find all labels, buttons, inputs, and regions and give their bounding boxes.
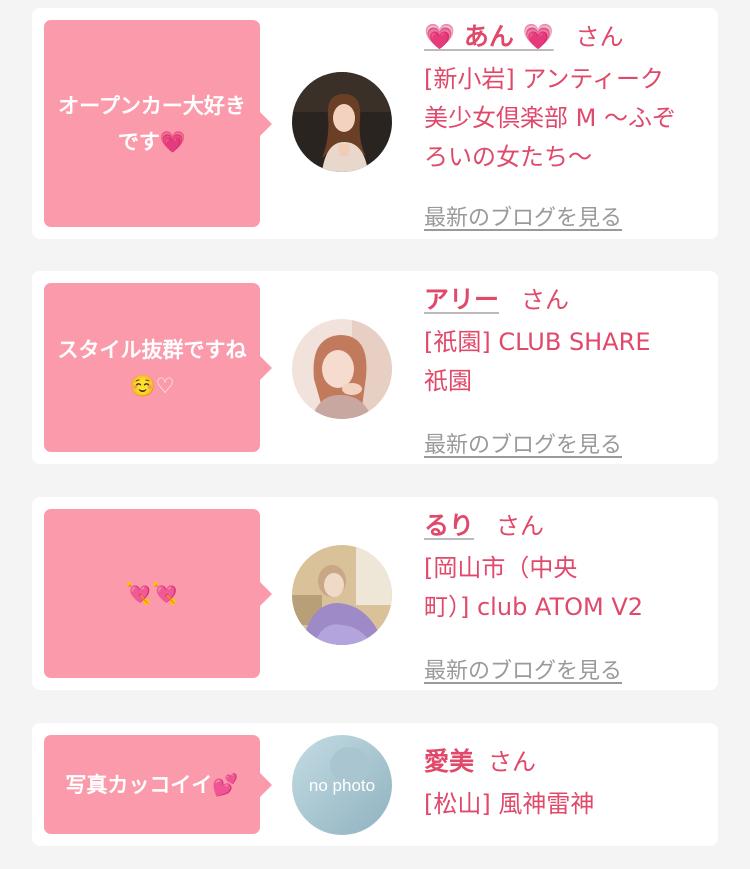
comment-card: 写真カッコイイ💕 no photo 愛美 さん [松山] 風神雷神 [32,723,718,846]
shop-name[interactable]: [松山] 風神雷神 [424,785,706,824]
latest-blog-link[interactable]: 最新のブログを見る [424,427,622,459]
poster-name-link[interactable]: るり [424,511,474,540]
avatar[interactable] [292,319,392,419]
latest-blog-link[interactable]: 最新のブログを見る [424,200,622,232]
avatar-placeholder: no photo [292,735,392,835]
avatar[interactable] [292,545,392,645]
shop-name[interactable]: [新小岩] アンティーク 美少女倶楽部 M 〜ふぞ ろいの女たち〜 [424,60,706,177]
comment-text: オープンカー大好きです💗 [58,93,246,154]
comment-card: スタイル抜群ですね☺️♡ アリー さん [祇園] CLUB SHARE 祇園 最新… [32,271,718,464]
shop-name[interactable]: [岡山市（中央 町）] club ATOM V2 [424,549,706,627]
shop-line: ろいの女たち〜 [424,143,592,171]
comment-card: 💘💘 るり さん [岡山市（中央 町）] club ATOM V2 最新のブログを… [32,497,718,690]
poster-name-link[interactable]: 💗 あん 💗 [424,22,554,51]
poster-name-link[interactable]: アリー [424,285,499,314]
honorific: さん [496,512,545,540]
no-photo-text: no photo [309,776,375,795]
comment-bubble: スタイル抜群ですね☺️♡ [44,283,272,452]
comment-text: 💘💘 [125,581,179,606]
shop-line: [岡山市（中央 [424,554,578,582]
poster-info: るり さん [岡山市（中央 町）] club ATOM V2 最新のブログを見る [424,507,706,684]
shop-line: 町）] club ATOM V2 [424,593,644,621]
avatar-photo [292,545,392,645]
comment-bubble: 💘💘 [44,509,272,678]
poster-info: アリー さん [祇園] CLUB SHARE 祇園 最新のブログを見る [424,281,706,458]
comment-text: スタイル抜群ですね☺️♡ [57,337,247,398]
shop-line: 美少女倶楽部 M 〜ふぞ [424,104,676,132]
latest-blog-link[interactable]: 最新のブログを見る [424,653,622,685]
shop-name[interactable]: [祇園] CLUB SHARE 祇園 [424,323,706,401]
comment-bubble: 写真カッコイイ💕 [44,735,272,834]
poster-name-row: アリー さん [424,281,706,319]
shop-line: [祇園] CLUB SHARE [424,328,651,356]
comment-bubble: オープンカー大好きです💗 [44,20,272,227]
poster-info: 💗 あん 💗 さん [新小岩] アンティーク 美少女倶楽部 M 〜ふぞ ろいの女た… [424,18,706,231]
poster-name-row: 💗 あん 💗 さん [424,18,706,56]
comment-text: 写真カッコイイ💕 [65,772,239,797]
poster-name-row: るり さん [424,507,706,545]
honorific: さん [521,286,570,314]
shop-line: 祇園 [424,367,472,395]
avatar-photo [292,72,392,172]
honorific: さん [575,23,624,51]
shop-line: [松山] 風神雷神 [424,790,595,818]
avatar[interactable]: no photo [292,735,392,835]
poster-name-row: 愛美 さん [424,743,706,781]
poster-name: 愛美 [424,747,475,776]
poster-info: 愛美 さん [松山] 風神雷神 [424,743,706,824]
comment-card: オープンカー大好きです💗 💗 あん 💗 さん [新小岩] アンティーク 美少女倶楽… [32,8,718,239]
avatar[interactable] [292,72,392,172]
shop-line: [新小岩] アンティーク [424,65,664,93]
honorific: さん [488,748,537,776]
avatar-photo [292,319,392,419]
